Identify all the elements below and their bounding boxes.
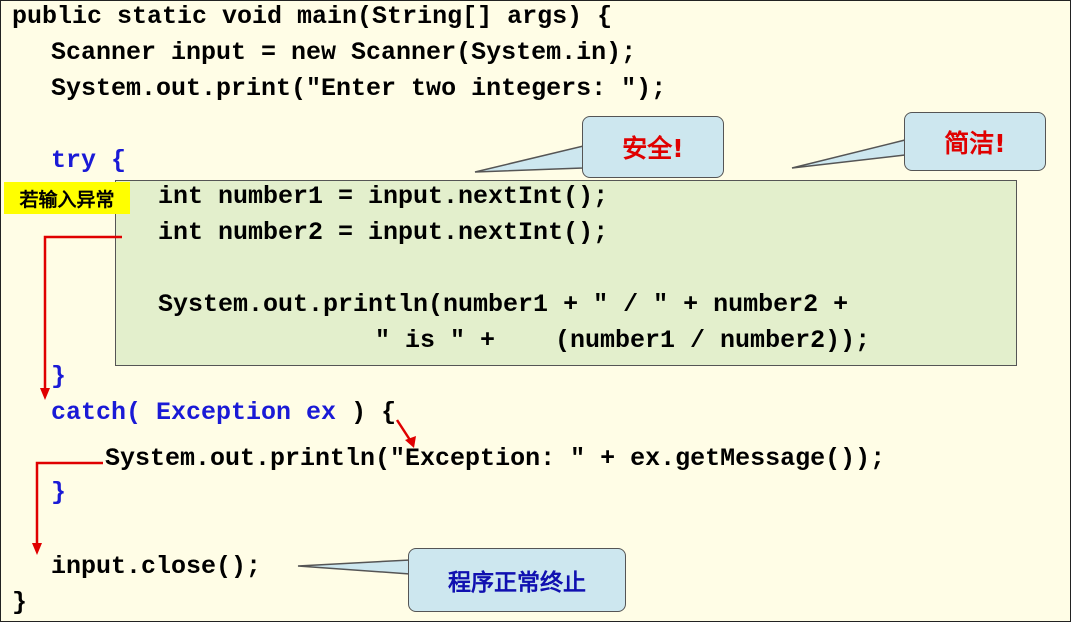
catch-flow-arrow <box>35 461 103 548</box>
exception-flow-arrowhead <box>40 388 50 400</box>
callout-safe: 安全! <box>582 116 724 178</box>
annotation-overlay <box>32 139 906 575</box>
catch-to-message-arrow <box>395 419 412 441</box>
catch-flow-arrowhead <box>32 543 42 555</box>
exception-flow-arrow <box>43 235 122 393</box>
catch-to-message-arrowhead <box>405 436 416 448</box>
callout-concise-pointer <box>791 139 906 169</box>
callout-normal-end: 程序正常终止 <box>408 548 626 612</box>
exception-tag: 若输入异常 <box>4 182 130 214</box>
callout-normal-end-pointer <box>297 559 411 575</box>
callout-concise: 简洁! <box>904 112 1046 171</box>
